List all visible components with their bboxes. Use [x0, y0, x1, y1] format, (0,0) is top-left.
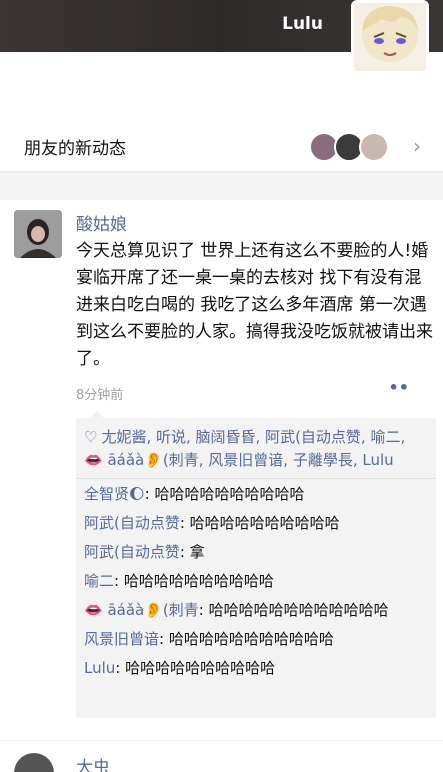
post-author-name[interactable]: 酸姑娘 [76, 210, 127, 235]
comment-author[interactable]: 风景旧曾谙 [84, 630, 159, 648]
next-moment-post: 大虫 [0, 740, 443, 772]
comment-item[interactable]: 全智贤🌔: 哈哈哈哈哈哈哈哈哈哈 [84, 483, 428, 506]
comment-text: : 哈哈哈哈哈哈哈哈哈哈 [114, 572, 274, 590]
comment-text: : 哈哈哈哈哈哈哈哈哈哈 [115, 659, 276, 677]
comment-text: : 哈哈哈哈哈哈哈哈哈哈哈 [159, 630, 334, 648]
comment-text: : 拿 [179, 543, 205, 561]
comment-author[interactable]: Lulu [84, 659, 115, 677]
comment-author[interactable]: 阿武(自动点赞 [84, 543, 180, 561]
heart-icon: ♡ [84, 428, 98, 446]
comment-author[interactable]: 全智贤🌔 [84, 485, 145, 503]
friend-avatar [359, 132, 389, 162]
friends-updates-entry[interactable]: 朋友的新动态 › [0, 118, 443, 172]
profile-name[interactable]: Lulu [282, 14, 323, 34]
comment-text: : 哈哈哈哈哈哈哈哈哈哈哈哈 [198, 601, 389, 619]
anime-avatar-icon [362, 6, 418, 62]
comment-item[interactable]: 阿武(自动点赞: 拿 [84, 541, 428, 564]
comments-list: 全智贤🌔: 哈哈哈哈哈哈哈哈哈哈 阿武(自动点赞: 哈哈哈哈哈哈哈哈哈哈 阿武(… [76, 479, 436, 680]
comment-text: : 哈哈哈哈哈哈哈哈哈哈 [144, 485, 305, 503]
chevron-right-icon: › [413, 134, 421, 158]
post-body-text: 今天总算见识了 世界上还有这么不要脸的人!婚宴临开席了还一桌一桌的去核对 找下有… [76, 241, 433, 369]
moment-post: 酸姑娘 今天总算见识了 世界上还有这么不要脸的人!婚宴临开席了还一桌一桌的去核对… [0, 200, 443, 740]
next-post-author[interactable]: 大虫 [76, 753, 110, 772]
comment-item[interactable]: 风景旧曾谙: 哈哈哈哈哈哈哈哈哈哈哈 [84, 628, 428, 651]
comment-item[interactable]: Lulu: 哈哈哈哈哈哈哈哈哈哈 [84, 657, 428, 680]
comment-item[interactable]: 👄 āáǎà👂(刺青: 哈哈哈哈哈哈哈哈哈哈哈哈 [84, 599, 428, 622]
likes-names[interactable]: 尢妮酱, 听说, 脑阔昏昏, 阿武(自动点赞, 喻二, 👄 āáǎà👂(刺青, … [84, 428, 405, 469]
post-author-avatar[interactable] [14, 210, 62, 258]
comment-item[interactable]: 喻二: 哈哈哈哈哈哈哈哈哈哈 [84, 570, 428, 593]
comment-author[interactable]: 阿武(自动点赞 [84, 514, 180, 532]
friends-updates-avatars [309, 132, 389, 162]
likes-list: ♡ 尢妮酱, 听说, 脑阔昏昏, 阿武(自动点赞, 喻二, 👄 āáǎà👂(刺青,… [76, 418, 436, 479]
friends-updates-label: 朋友的新动态 [24, 139, 126, 159]
profile-avatar[interactable] [351, 0, 429, 74]
comment-author[interactable]: 喻二 [84, 572, 114, 590]
likes-comments-box: ♡ 尢妮酱, 听说, 脑阔昏昏, 阿武(自动点赞, 喻二, 👄 āáǎà👂(刺青,… [76, 411, 436, 718]
comment-author[interactable]: 👄 āáǎà👂(刺青 [84, 601, 199, 619]
post-timestamp: 8分钟前 [76, 388, 124, 403]
more-options-button[interactable]: •• [389, 378, 409, 397]
comment-item[interactable]: 阿武(自动点赞: 哈哈哈哈哈哈哈哈哈哈 [84, 512, 428, 535]
section-divider [0, 172, 443, 200]
next-post-avatar[interactable] [14, 753, 54, 772]
person-photo-icon [14, 210, 62, 258]
comment-text: : 哈哈哈哈哈哈哈哈哈哈 [179, 514, 340, 532]
